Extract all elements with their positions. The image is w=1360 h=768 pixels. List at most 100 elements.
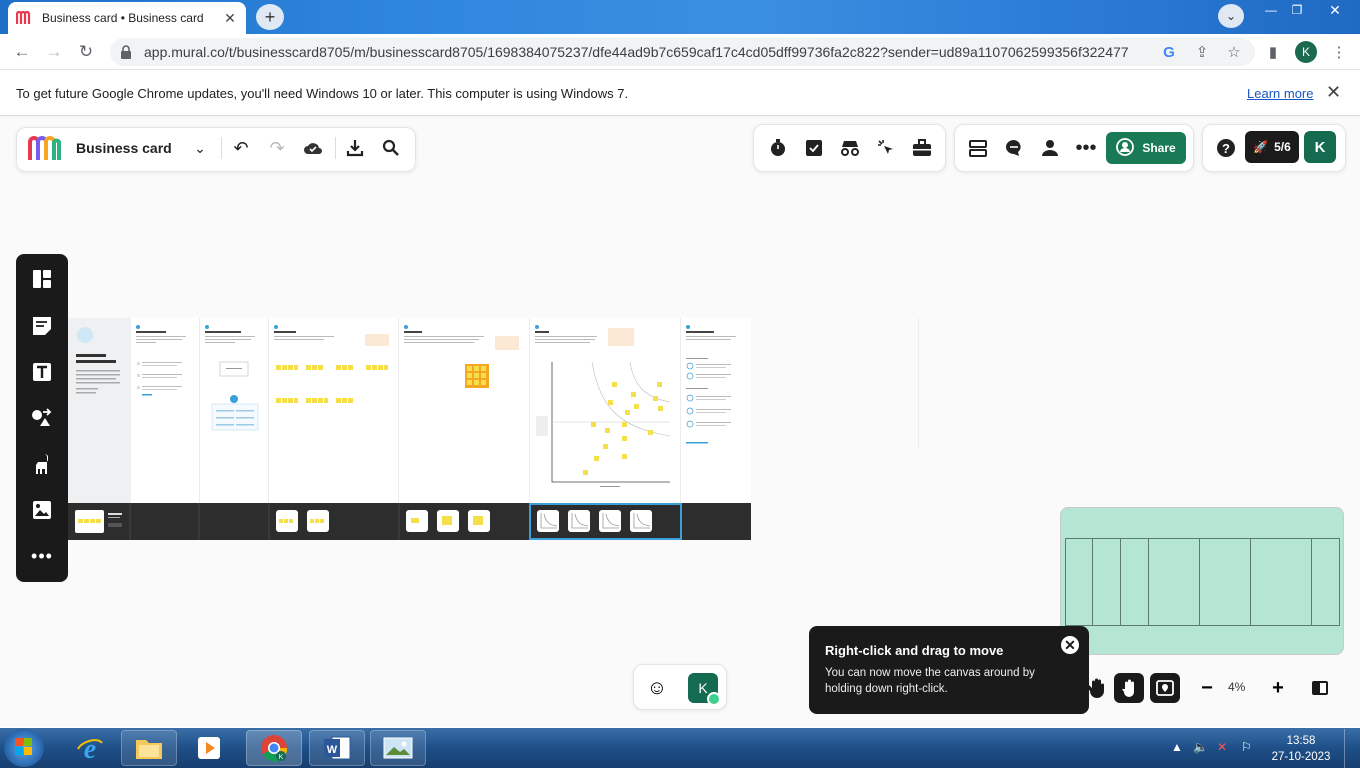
file-explorer-icon[interactable] [121,730,177,766]
timer-icon[interactable] [767,137,789,159]
image-icon[interactable] [30,498,54,522]
media-player-icon[interactable] [181,730,237,766]
toolbox-icon[interactable] [911,137,933,159]
panel-toggle-icon[interactable] [1305,673,1335,703]
close-tooltip-icon[interactable]: ✕ [1061,636,1079,654]
minimap-divider [1250,538,1251,626]
download-icon[interactable] [344,137,366,159]
canvas-guide [918,318,919,448]
share-page-icon[interactable]: ⇪ [1193,43,1211,61]
share-button[interactable]: Share [1106,132,1186,164]
url-text: app.mural.co/t/businesscard8705/m/busine… [144,44,1129,60]
template-column [131,318,200,503]
template-cover-area [68,318,131,503]
user-avatar[interactable]: K [1304,131,1336,163]
action-center-icon[interactable]: ⚐ [1241,740,1252,754]
more-icon[interactable]: ••• [1075,137,1097,159]
volume-icon[interactable]: 🔈 [1193,740,1208,754]
chrome-profile-avatar[interactable]: K [1295,41,1317,63]
zoom-level[interactable]: 4% [1228,680,1245,694]
system-clock[interactable]: 13:58 27-10-2023 [1270,733,1332,765]
word-icon[interactable]: W [309,730,365,766]
share-label: Share [1142,141,1176,155]
shapes-connectors-icon[interactable] [30,406,54,430]
user-icon[interactable] [1039,137,1061,159]
tab-title: Business card • Business card [42,11,204,25]
svg-text:K: K [279,754,284,761]
lock-icon [120,45,136,59]
restore-window-icon[interactable]: ❐ [1284,0,1310,20]
templates-icon[interactable] [30,267,54,291]
template-column [269,318,399,503]
clock-time: 13:58 [1286,735,1316,747]
minimap-divider [1311,538,1312,626]
summon-cursor-icon[interactable] [875,137,897,159]
browser-tab[interactable]: Business card • Business card ✕ [8,2,246,34]
mural-logo[interactable] [27,134,61,162]
cloud-sync-icon[interactable] [302,137,324,159]
sticky-note-icon[interactable] [30,314,54,338]
outline-icon[interactable] [967,137,989,159]
close-infobar-icon[interactable]: ✕ [1326,82,1341,103]
zoom-in-icon[interactable]: + [1263,673,1293,703]
chrome-menu-icon[interactable]: ⋮ [1330,43,1348,61]
start-button[interactable] [4,729,44,767]
minimap-divider [1148,538,1149,626]
tooltip-title: Right-click and drag to move [825,643,1004,658]
private-mode-icon[interactable] [839,137,861,159]
emoji-icon[interactable]: ☺ [642,673,672,703]
text-icon[interactable] [30,360,54,384]
onboarding-progress: 5/6 [1274,140,1291,154]
svg-text:e: e [84,734,96,763]
divider [335,137,336,159]
comment-icon[interactable] [1003,137,1025,159]
zoom-out-icon[interactable]: − [1192,673,1222,703]
reload-icon[interactable]: ↻ [75,42,97,62]
chrome-taskbar-icon[interactable]: K [246,730,302,766]
side-panel-icon[interactable]: ▮ [1264,43,1282,61]
tab-search-button[interactable]: ⌄ [1218,4,1244,28]
close-tab-icon[interactable]: ✕ [222,10,238,27]
chevron-down-icon[interactable]: ⌄ [189,137,211,159]
minimap-divider [1199,538,1200,626]
forward-icon[interactable]: → [43,42,65,62]
show-desktop-button[interactable] [1344,729,1360,768]
minimap-divider [1120,538,1121,626]
svg-text:W: W [327,744,338,756]
map-icon[interactable] [1150,673,1180,703]
undo-icon[interactable]: ↶ [230,137,252,159]
clock-date: 27-10-2023 [1271,751,1331,763]
close-window-icon[interactable]: ✕ [1322,0,1348,20]
onboarding-progress-button[interactable]: 🚀 5/6 [1245,131,1299,163]
minimap-divider [1092,538,1093,626]
outline-thumbnails[interactable] [68,503,751,540]
search-icon[interactable] [380,137,402,159]
template-column [530,318,681,503]
network-icon[interactable]: ✕ [1217,740,1227,754]
mural-favicon-icon [16,10,32,26]
internet-explorer-icon[interactable]: e [62,730,118,766]
bookmark-star-icon[interactable]: ☆ [1225,43,1243,61]
presence-badge [707,692,721,706]
voting-icon[interactable] [803,137,825,159]
new-tab-button[interactable]: + [256,4,284,30]
back-icon[interactable]: ← [11,42,33,62]
google-lens-icon[interactable]: G [1160,43,1178,61]
show-hidden-icons[interactable]: ▲ [1171,740,1183,754]
tooltip-body: You can now move the canvas around by ho… [825,667,1035,695]
more-tools-icon[interactable]: ••• [30,544,54,568]
select-mode-icon[interactable] [1114,673,1144,703]
board-name[interactable]: Business card [76,140,172,156]
hand-icon[interactable] [1082,673,1112,703]
address-bar[interactable]: app.mural.co/t/businesscard8705/m/busine… [110,38,1255,66]
learn-more-link[interactable]: Learn more [1247,86,1313,101]
help-icon[interactable]: ? [1215,137,1237,159]
template-column [399,318,530,503]
template-column [200,318,269,503]
svg-text:?: ? [1222,141,1230,156]
picture-viewer-icon[interactable] [370,730,426,766]
redo-icon[interactable]: ↷ [266,137,288,159]
minimize-window-icon[interactable]: — [1258,0,1284,20]
llama-icon[interactable] [30,452,54,476]
divider [221,137,222,159]
